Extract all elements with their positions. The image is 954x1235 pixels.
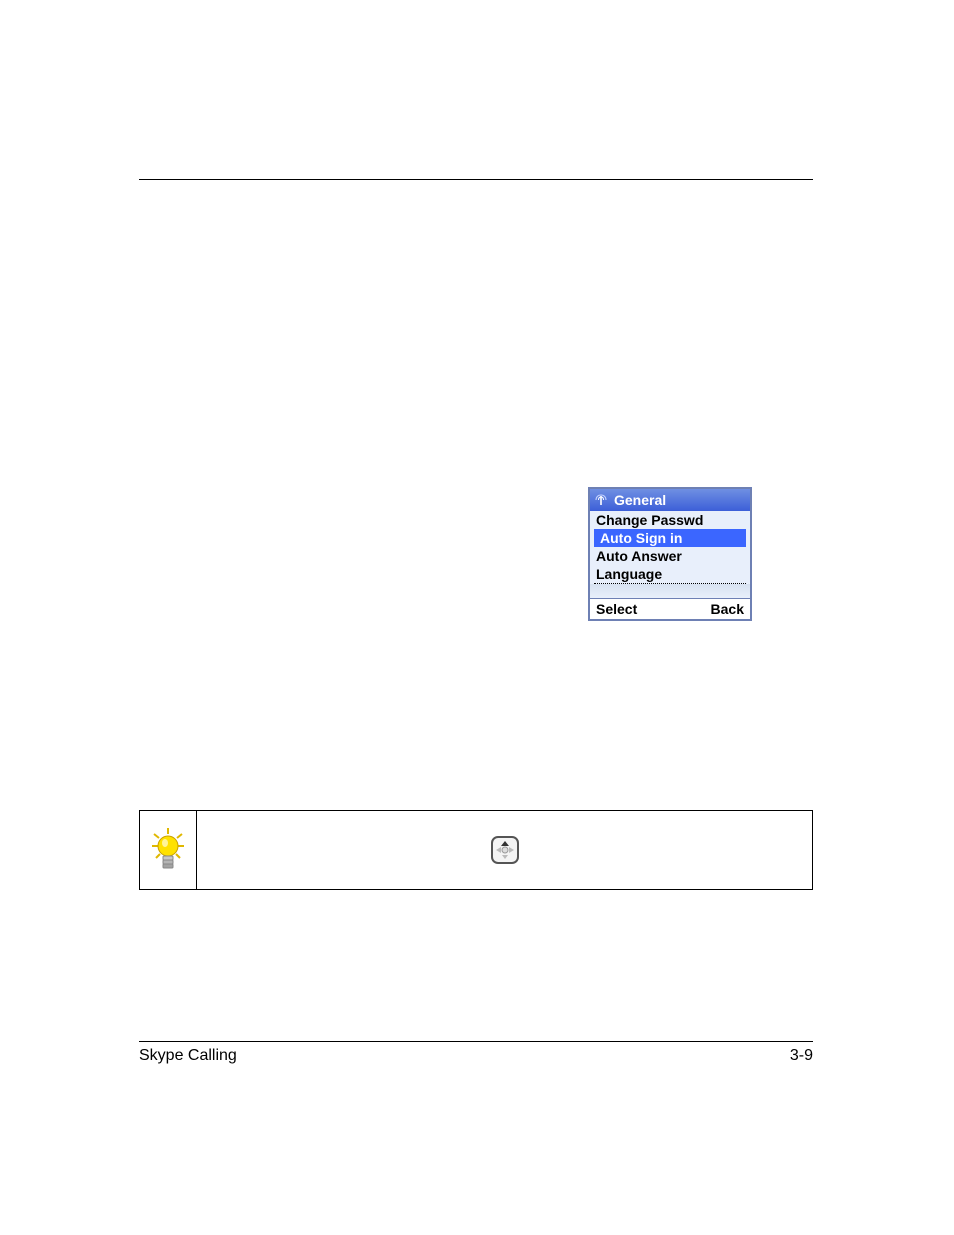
menu-item-auto-answer[interactable]: Auto Answer — [590, 547, 750, 565]
top-rule — [139, 179, 813, 180]
tip-box — [139, 810, 813, 890]
menu-item-auto-sign-in[interactable]: Auto Sign in — [594, 529, 746, 547]
footer-left: Skype Calling — [139, 1047, 237, 1065]
dpad-up-icon — [490, 835, 520, 865]
menu-header: General — [590, 489, 750, 511]
tip-icon-cell — [140, 811, 197, 889]
softkey-back[interactable]: Back — [711, 601, 744, 617]
softkey-select[interactable]: Select — [596, 601, 637, 617]
bottom-rule — [139, 1041, 813, 1042]
menu-item-change-passwd[interactable]: Change Passwd — [590, 511, 750, 529]
signal-icon — [594, 494, 608, 506]
menu-title: General — [614, 492, 666, 508]
menu-spacer — [590, 584, 750, 598]
general-menu: General Change Passwd Auto Sign in Auto … — [588, 487, 752, 621]
menu-softkeys: Select Back — [590, 598, 750, 619]
tip-content — [197, 811, 812, 889]
footer-right: 3-9 — [790, 1047, 813, 1065]
menu-item-language[interactable]: Language — [594, 565, 746, 584]
lightbulb-icon — [148, 826, 188, 874]
